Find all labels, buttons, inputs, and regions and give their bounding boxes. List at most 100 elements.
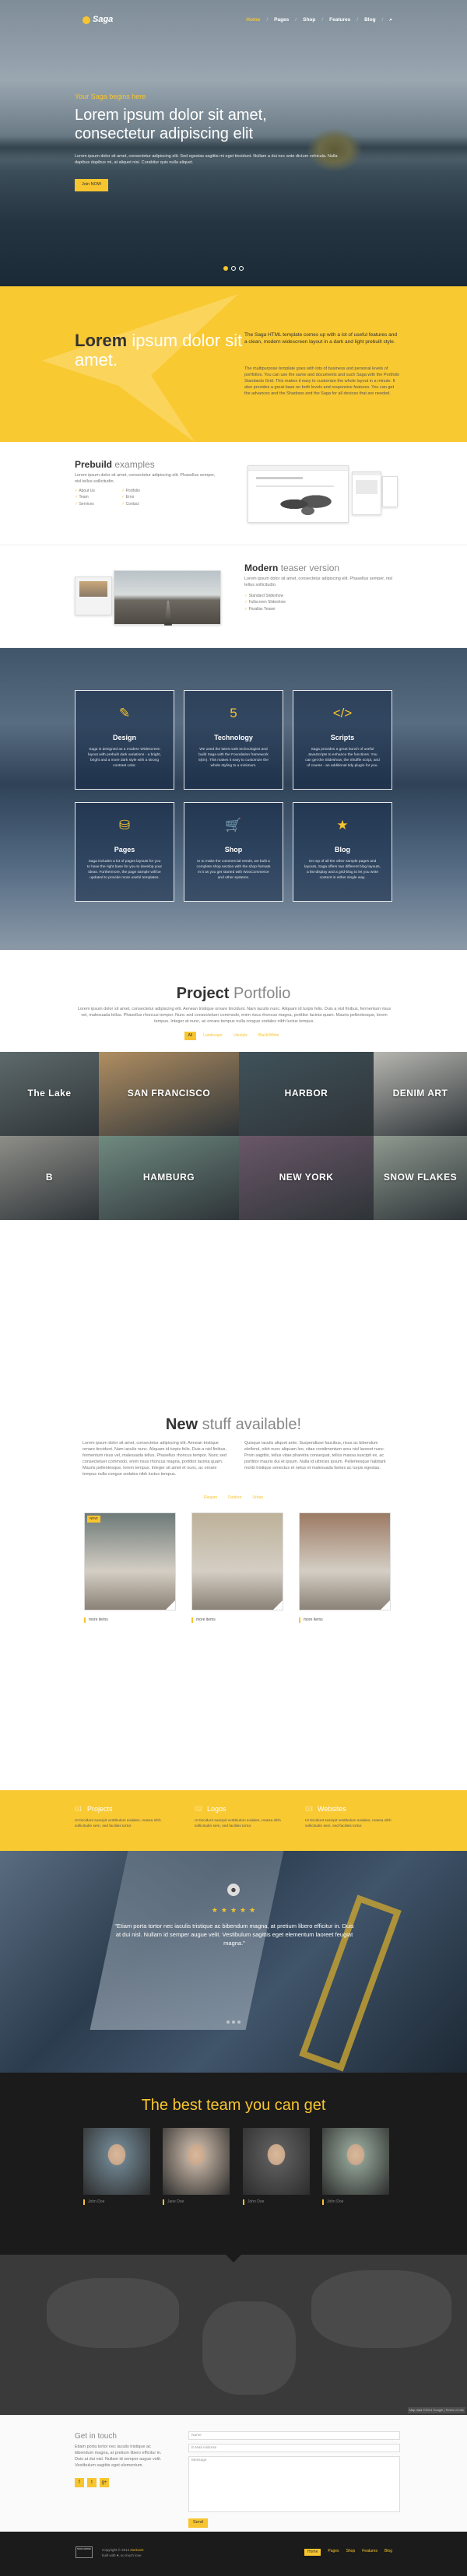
filter-lifestyle[interactable]: Lifestyle bbox=[230, 1032, 251, 1040]
counter-websites: 03 Websites Ut tincidunt suscipit vestibul… bbox=[305, 1804, 406, 1830]
member-photo[interactable] bbox=[83, 2128, 150, 2195]
google-plus-icon[interactable]: g+ bbox=[100, 2478, 109, 2487]
team-section: The best team you can get John Doe Jane D… bbox=[0, 2073, 467, 2255]
filter-landscape[interactable]: Landscape bbox=[199, 1032, 226, 1040]
email-field[interactable]: E-Mail Address bbox=[188, 2444, 400, 2452]
feature-box-scripts[interactable]: </> Scripts Saga provides a great bunch of… bbox=[293, 690, 392, 790]
counter-logos: 02 Logos Ut tincidunt suscipit vestibulum … bbox=[195, 1804, 296, 1830]
footer-nav-shop[interactable]: Shop bbox=[346, 2549, 356, 2556]
slide-dot[interactable] bbox=[226, 2020, 230, 2024]
feature-text: On top of all the other sample pages and… bbox=[304, 860, 381, 880]
feature-box-shop[interactable]: 🛒 Shop In to make the commercial needs, we… bbox=[184, 802, 283, 902]
portfolio-tile[interactable]: SNOW FLAKES bbox=[374, 1136, 467, 1220]
list-item: Fullscreen Slideshow bbox=[244, 600, 314, 605]
product-image[interactable] bbox=[300, 1513, 390, 1610]
slide-dot[interactable] bbox=[231, 266, 236, 271]
menu-item-blog[interactable]: Blog bbox=[364, 16, 375, 23]
product-card[interactable]: NEW bbox=[84, 1512, 176, 1610]
footer-nav-blog[interactable]: Blog bbox=[384, 2549, 392, 2556]
modern-text: Lorem ipsum dolor sit amet, consectetur … bbox=[244, 577, 393, 587]
main-menu: Home / Pages / Shop / Features / Blog / ⌕ bbox=[246, 16, 392, 23]
team-member[interactable]: Jane Doe bbox=[163, 2128, 230, 2206]
product-card[interactable] bbox=[299, 1512, 391, 1610]
footer-logo[interactable]: SAGA EDGE bbox=[75, 2546, 93, 2558]
team-member[interactable]: John Doe bbox=[322, 2128, 389, 2206]
product-card[interactable] bbox=[191, 1512, 283, 1610]
feature-box-design[interactable]: ✎ Design Saga is designed as a modern Wide… bbox=[75, 690, 174, 790]
list-item: Error bbox=[121, 495, 168, 500]
hero-title: Lorem ipsum dolor sit amet, consectetur … bbox=[75, 107, 267, 143]
search-icon[interactable]: ⌕ bbox=[389, 16, 392, 23]
feature-title: Blog bbox=[335, 846, 350, 853]
portfolio-tile[interactable]: The Lake bbox=[0, 1052, 99, 1136]
slide-dot[interactable] bbox=[232, 2020, 235, 2024]
footer-nav-home[interactable]: Home bbox=[304, 2549, 321, 2557]
portfolio-tile[interactable]: NEW YORK bbox=[239, 1136, 374, 1220]
feature-text: We used the latest web technologies and … bbox=[198, 748, 269, 768]
join-button[interactable]: Join NOW bbox=[75, 179, 109, 191]
product-image[interactable] bbox=[192, 1513, 283, 1610]
slide-dot[interactable] bbox=[223, 266, 228, 271]
tile-label: B bbox=[45, 1172, 54, 1183]
tile-label: HARBOR bbox=[284, 1088, 328, 1099]
portfolio-tile[interactable]: HARBOR bbox=[239, 1052, 374, 1136]
team-member[interactable]: John Doe bbox=[243, 2128, 310, 2206]
member-photo[interactable] bbox=[322, 2128, 389, 2195]
filter-all[interactable]: All bbox=[184, 1032, 197, 1041]
send-button[interactable]: Send bbox=[188, 2518, 208, 2528]
html5-icon: 5 bbox=[230, 706, 237, 720]
list-item: About Us bbox=[75, 489, 121, 494]
site-logo[interactable]: Saga bbox=[83, 14, 113, 26]
hero-section: Saga Home / Pages / Shop / Features / Blog / … bbox=[0, 0, 467, 286]
menu-item-pages[interactable]: Pages bbox=[274, 16, 289, 23]
filter-outdoor[interactable]: Outdoor bbox=[228, 1495, 242, 1501]
portfolio-tile[interactable]: HAMBURG bbox=[99, 1136, 239, 1220]
menu-item-features[interactable]: Features bbox=[329, 16, 350, 23]
filter-elegant[interactable]: Elegant bbox=[204, 1495, 217, 1501]
map-landmass bbox=[47, 2278, 179, 2348]
code-icon: </> bbox=[332, 706, 353, 720]
tile-label: NEW YORK bbox=[279, 1172, 334, 1183]
name-field[interactable]: Name bbox=[188, 2431, 400, 2440]
list-item: Standard Slideshow bbox=[244, 594, 314, 599]
feature-box-blog[interactable]: ★ Blog On top of all the other sample page… bbox=[293, 802, 392, 902]
hero-kicker: Your Saga begins here bbox=[75, 93, 146, 100]
footer-nav-pages[interactable]: Pages bbox=[328, 2549, 339, 2556]
star-icon: ★ bbox=[211, 1906, 218, 1914]
footer-nav-features[interactable]: Features bbox=[362, 2549, 377, 2556]
slide-dot[interactable] bbox=[239, 266, 244, 271]
product-image[interactable] bbox=[85, 1513, 175, 1610]
map-credit[interactable]: Map data ©2014 Google | Terms of Use bbox=[407, 2407, 465, 2413]
more-items-link[interactable]: more items bbox=[84, 1617, 108, 1624]
portfolio-tile[interactable]: B bbox=[0, 1136, 99, 1220]
portfolio-tile[interactable]: DENIM ART bbox=[374, 1052, 467, 1136]
twitter-icon[interactable]: t bbox=[87, 2478, 97, 2487]
member-name: Jane Doe bbox=[163, 2199, 230, 2206]
portfolio-tile[interactable]: SAN FRANCISCO bbox=[99, 1052, 239, 1136]
facebook-icon[interactable]: f bbox=[75, 2478, 84, 2487]
feature-box-pages[interactable]: ⛁ Pages Saga includes a lot of pages layou… bbox=[75, 802, 174, 902]
message-field[interactable]: Message bbox=[188, 2456, 400, 2512]
member-photo[interactable] bbox=[163, 2128, 230, 2195]
slide-dot[interactable] bbox=[237, 2020, 241, 2024]
member-name: John Doe bbox=[322, 2199, 389, 2206]
counter-label: Logos bbox=[207, 1805, 226, 1813]
rating-stars: ★ ★ ★ ★ ★ bbox=[0, 1905, 467, 1915]
map-landmass bbox=[202, 2301, 296, 2395]
filter-urban[interactable]: Urban bbox=[252, 1495, 263, 1501]
feature-text: Saga includes a lot of pages layouts for… bbox=[86, 860, 163, 880]
counter-heading: 03 Websites bbox=[305, 1804, 406, 1814]
menu-item-home[interactable]: Home bbox=[246, 16, 260, 23]
prebuild-text: Lorem ipsum dolor sit amet, consectetur … bbox=[75, 473, 216, 484]
intro-section: Lorem ipsum dolor sit amet. The Saga HTM… bbox=[0, 286, 467, 442]
map-section[interactable]: Map data ©2014 Google | Terms of Use bbox=[0, 2255, 467, 2415]
filter-blackwhite[interactable]: Black/White bbox=[255, 1032, 283, 1040]
feature-title: Design bbox=[112, 734, 136, 741]
cart-icon: 🛒 bbox=[225, 818, 242, 832]
more-items-link[interactable]: more items bbox=[299, 1617, 323, 1624]
more-items-link[interactable]: more items bbox=[191, 1617, 216, 1624]
feature-box-technology[interactable]: 5 Technology We used the latest web techno… bbox=[184, 690, 283, 790]
member-photo[interactable] bbox=[243, 2128, 310, 2195]
menu-item-shop[interactable]: Shop bbox=[303, 16, 315, 23]
team-member[interactable]: John Doe bbox=[83, 2128, 150, 2206]
